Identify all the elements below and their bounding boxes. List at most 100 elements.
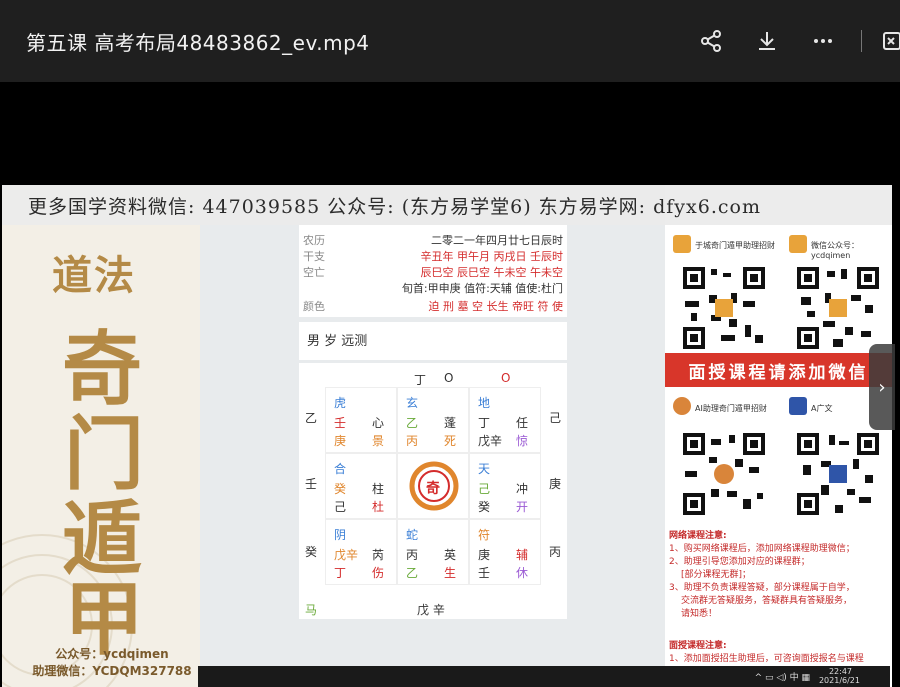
palace-stem-bottom: 丙 <box>406 434 419 448</box>
chart-info-box: 农历 二零二一年四月廿七日辰时 干支 辛丑年 甲午月 丙戌日 壬辰时 空亡 辰巳… <box>299 225 567 317</box>
acct-name-2: 微信公众号：ycdqimen <box>811 241 859 260</box>
palace-star: 冲 <box>516 482 529 496</box>
poster-footer-public: 公众号：ycdqimen <box>55 647 169 661</box>
poster-footer-assistant: 助理微信：YCDQM327788 <box>32 664 192 678</box>
board-bottom-stems: 戊 辛 <box>417 603 445 617</box>
palace-god: 蛇 <box>406 528 419 542</box>
window-titlebar: 第五课 高考布局48483862_ev.mp4 <box>0 0 900 82</box>
board-right-3: 丙 <box>549 545 562 559</box>
board-palace: 地丁 任戊辛惊 <box>469 387 541 453</box>
notes-line: 1、购买网络课程后，添加网络课程助理微信； <box>669 544 855 554</box>
left-poster-panel: 道法 奇 门 遁 甲 公众号：ycdqimen 助理微信：YCDQM327788 <box>2 185 200 687</box>
notes-line: 2、助理引导您添加对应的课程群； <box>669 557 810 567</box>
palace-star: 柱 <box>372 482 385 496</box>
window-title: 第五课 高考布局48483862_ev.mp4 <box>26 30 370 55</box>
palace-god: 玄 <box>406 396 419 410</box>
qr-code-2 <box>795 265 881 351</box>
palace-door: 生 <box>444 566 457 580</box>
board-bottom-horse: 马 <box>305 603 318 617</box>
board-palace: 符庚 辅壬 休 <box>469 519 541 585</box>
info-row-xunshou: 旬首:甲申庚 值符:天辅 值使:杜门 <box>401 282 563 295</box>
notes-line: 交流群无答疑服务，答疑群具有答疑服务， <box>681 596 853 606</box>
qr-code-4 <box>795 431 881 517</box>
avatar <box>673 397 691 415</box>
watermark-banner: 更多国学资料微信: 447039585 公众号: (东方易学堂6) 东方易学网:… <box>2 185 892 225</box>
board-palace: 虎壬 心庚 景 <box>325 387 397 453</box>
palace-stem-top: 己 <box>478 482 491 496</box>
palace-stem-bottom: 己 <box>334 500 347 514</box>
watermark-text: 更多国学资料微信: 447039585 公众号: (东方易学堂6) 东方易学网:… <box>28 195 761 218</box>
board-palace: 奇 <box>397 453 469 519</box>
board-right-2: 庚 <box>549 477 562 491</box>
avatar <box>789 397 807 415</box>
acct-name-1: 于城奇门遁甲助理招财 <box>695 241 775 250</box>
course-notes: 网络课程注意: 1、购买网络课程后，添加网络课程助理微信； 2、助理引导您添加对… <box>669 530 891 621</box>
share-icon[interactable] <box>691 21 731 61</box>
titlebar-actions <box>683 0 900 82</box>
notes-line: 请知悉！ <box>681 609 718 619</box>
palace-stem-bottom: 丁 <box>334 566 347 580</box>
notes-title: 网络课程注意: <box>669 531 727 541</box>
palace-door: 死 <box>444 434 457 448</box>
board-left-1: 乙 <box>305 411 318 425</box>
palace-center-glyph: 奇 <box>426 481 440 497</box>
palace-stem-bottom: 壬 <box>478 566 491 580</box>
notes2-title: 面授课程注意: <box>669 641 727 651</box>
palace-god: 虎 <box>334 396 347 410</box>
board-palace: 合癸 柱己 杜 <box>325 453 397 519</box>
avatar <box>673 235 691 253</box>
promo-banner: 面授课程请添加微信 <box>665 353 892 387</box>
exit-icon[interactable] <box>880 21 900 61</box>
right-ad-panel: 于城奇门遁甲助理招财 微信公众号：ycdqimen 面授课程请添加微信 AI助理… <box>665 185 892 687</box>
board-top-1: 丁 <box>414 373 427 387</box>
more-icon[interactable] <box>803 21 843 61</box>
palace-god: 合 <box>334 462 347 476</box>
poster-title-top: 道法 <box>52 252 136 299</box>
palace-star: 辅 <box>516 548 529 562</box>
notes-line: [部分课程无群]； <box>681 570 752 580</box>
palace-star: 心 <box>372 416 385 430</box>
palace-door: 惊 <box>516 434 529 448</box>
titlebar-divider <box>861 30 862 52</box>
board-left-3: 癸 <box>305 545 318 559</box>
acct-name-4: A广文 <box>811 404 833 413</box>
palace-stem-top: 戊辛 <box>334 548 359 562</box>
palace-god: 地 <box>478 396 491 410</box>
board-top-3: O <box>501 371 511 385</box>
palace-star: 蓬 <box>444 416 457 430</box>
palace-door: 景 <box>372 434 385 448</box>
palace-door: 伤 <box>372 566 385 580</box>
palace-stem-top: 丁 <box>478 416 491 430</box>
inperson-notes: 面授课程注意: 1、添加面授招生助理后，可咨询面授报名与课程 <box>669 640 891 666</box>
board-palace: 蛇丙 英乙 生 <box>397 519 469 585</box>
video-frame: 道法 奇 门 遁 甲 公众号：ycdqimen 助理微信：YCDQM327788… <box>2 185 892 687</box>
clock-time[interactable]: 22:47 <box>829 667 852 676</box>
palace-stem-bottom: 庚 <box>334 434 347 448</box>
clock-date[interactable]: 2021/6/21 <box>819 676 860 685</box>
palace-stem-bottom: 乙 <box>406 566 419 580</box>
avatar <box>789 235 807 253</box>
board-left-2: 壬 <box>305 477 318 491</box>
tray-icons[interactable]: ^ ▭ ◁) 中 ▦ <box>755 670 810 683</box>
notes-line: 3、助理不负责课程答疑，部分课程属于自学， <box>669 583 855 593</box>
notes2-line: 1、添加面授招生助理后，可咨询面授报名与课程 <box>669 654 864 664</box>
download-icon[interactable] <box>747 21 787 61</box>
board-palace: 阴戊辛芮丁 伤 <box>325 519 397 585</box>
palace-stem-bottom: 癸 <box>478 500 491 514</box>
chevron-right-icon: › <box>878 376 886 398</box>
board-palace: 玄乙 蓬丙 死 <box>397 387 469 453</box>
qr-code-1 <box>681 265 767 351</box>
palace-star: 芮 <box>372 548 385 562</box>
board-palace: 天己 冲癸 开 <box>469 453 541 519</box>
qimen-board: 丁 O O 乙 壬 癸 己 庚 丙 马 戊 辛 虎壬心庚景玄乙蓬丙死地丁任戊辛惊… <box>299 363 567 619</box>
info-row-yanse: 颜色 迫 刑 墓 空 长生 帝旺 符 使 <box>303 300 563 313</box>
palace-door: 开 <box>516 500 529 514</box>
palace-stem-top: 庚 <box>478 548 491 562</box>
next-button[interactable]: › <box>869 344 895 430</box>
palace-god: 天 <box>478 462 491 476</box>
palace-stem-bottom: 戊辛 <box>478 434 503 448</box>
palace-god: 符 <box>478 528 491 542</box>
palace-stem-top: 丙 <box>406 548 419 562</box>
palace-star: 英 <box>444 548 457 562</box>
qr-code-3 <box>681 431 767 517</box>
